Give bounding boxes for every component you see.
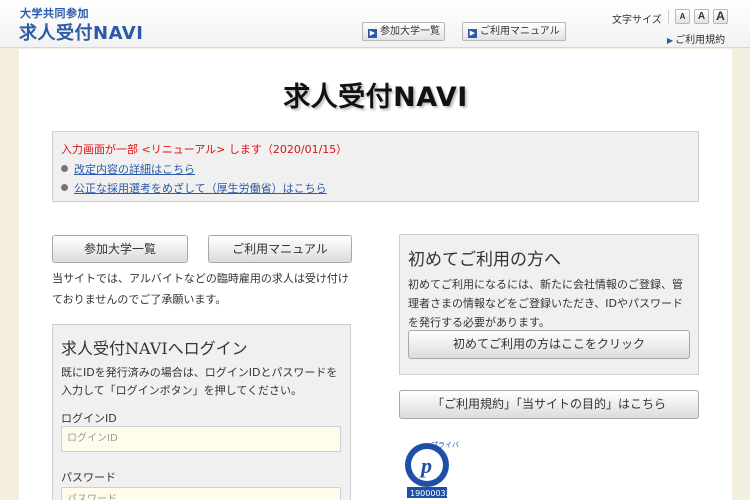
- terms-link[interactable]: ▶ ご利用規約: [667, 31, 725, 46]
- header-manual-button[interactable]: ▶ ご利用マニュアル: [462, 22, 566, 41]
- login-title: 求人受付NAVIへログイン: [61, 339, 248, 358]
- universities-button[interactable]: 参加大学一覧: [52, 235, 188, 263]
- header-universities-button[interactable]: ▶ 参加大学一覧: [362, 22, 445, 41]
- notice-box: 入力画面が一部 <リニューアル> します（2020/01/15） 改定内容の詳細…: [52, 131, 699, 202]
- fontsize-small-button[interactable]: A: [675, 9, 690, 24]
- notice-link-mhlw-label: 公正な採用選考をめざして（厚生労働省）はこちら: [74, 182, 327, 195]
- fontsize-large-button[interactable]: A: [713, 9, 728, 24]
- login-description: 既にIDを発行済みの場合は、ログインIDとパスワードを入力して「ログインボタン」…: [61, 366, 338, 397]
- main-panel: 求人受付NAVI 入力画面が一部 <リニューアル> します（2020/01/15…: [19, 49, 732, 500]
- first-time-description: 初めてご利用になるには、新たに会社情報のご登録、管理者さまの情報などをご登録いた…: [408, 278, 683, 329]
- divider: [668, 10, 669, 24]
- site-header: 大学共同参加 求人受付NAVI ▶ 参加大学一覧 ▶ ご利用マニュアル 文字サイズ …: [0, 0, 750, 48]
- terms-purpose-button[interactable]: 「ご利用規約」「当サイトの目的」はこちら: [399, 390, 699, 419]
- arrow-right-icon: ▶: [667, 36, 674, 45]
- manual-button[interactable]: ご利用マニュアル: [208, 235, 352, 263]
- login-panel: 求人受付NAVIへログイン 既にIDを発行済みの場合は、ログインIDとパスワード…: [52, 324, 351, 500]
- svg-text:p: p: [419, 453, 432, 478]
- first-time-button[interactable]: 初めてご利用の方はここをクリック: [408, 330, 690, 359]
- login-id-input[interactable]: ログインID: [61, 426, 341, 452]
- notice-link-revision[interactable]: 改定内容の詳細はこちら: [61, 161, 195, 177]
- notice-link-revision-label: 改定内容の詳細はこちら: [74, 163, 195, 176]
- password-label: パスワード: [61, 471, 116, 484]
- header-manual-label: ご利用マニュアル: [480, 26, 560, 37]
- fontsize-label: 文字サイズ: [612, 15, 662, 26]
- header-universities-label: 参加大学一覧: [380, 26, 440, 37]
- first-time-panel: 初めてご利用の方へ 初めてご利用になるには、新たに会社情報のご登録、管理者さまの…: [399, 234, 699, 375]
- bullet-icon: [61, 184, 68, 191]
- notice-link-mhlw[interactable]: 公正な採用選考をめざして（厚生労働省）はこちら: [61, 180, 327, 196]
- fontsize-medium-button[interactable]: A: [694, 9, 709, 24]
- page-title: 求人受付NAVI: [283, 82, 468, 113]
- privacy-mark-label: プライバシー: [431, 441, 459, 449]
- terms-link-label: ご利用規約: [675, 35, 726, 46]
- arrow-right-icon: ▶: [368, 29, 377, 38]
- bullet-icon: [61, 165, 68, 172]
- brand-logo[interactable]: 求人受付NAVI: [19, 19, 143, 45]
- password-input[interactable]: パスワード: [61, 487, 341, 500]
- privacy-mark-number: 19000033: [410, 489, 451, 498]
- arrow-right-icon: ▶: [468, 29, 477, 38]
- login-id-label: ログインID: [61, 412, 117, 425]
- temporary-jobs-notice: 当サイトでは、アルバイトなどの臨時雇用の求人は受け付けておりませんのでご了承願い…: [52, 272, 349, 306]
- first-time-title: 初めてご利用の方へ: [408, 250, 561, 270]
- notice-headline: 入力画面が一部 <リニューアル> します（2020/01/15）: [61, 143, 348, 156]
- privacy-mark-logo[interactable]: p プライバシー 19000033: [403, 439, 473, 499]
